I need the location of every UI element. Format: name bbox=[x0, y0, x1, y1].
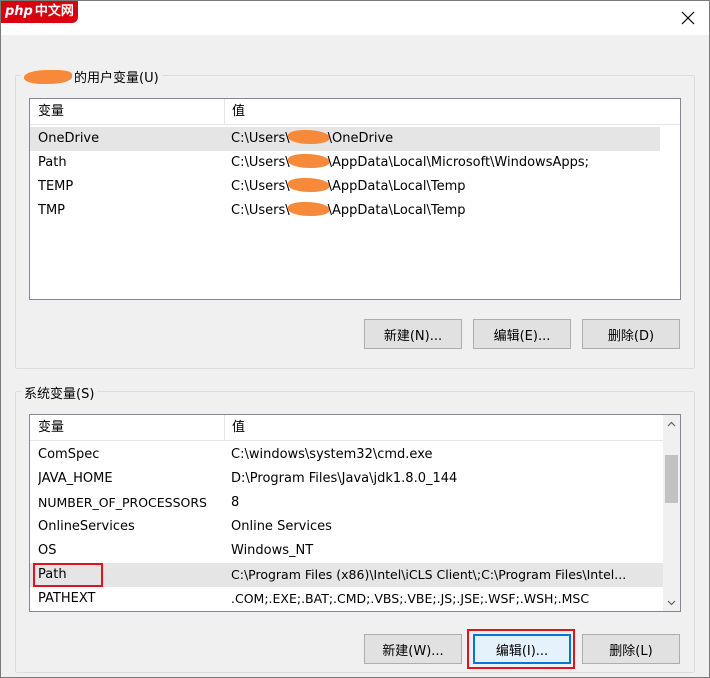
redacted-username bbox=[287, 178, 330, 192]
column-header-name[interactable]: 变量 bbox=[30, 99, 224, 125]
redacted-username bbox=[287, 130, 330, 144]
user-delete-button[interactable]: 删除(D) bbox=[582, 319, 680, 349]
logo-php-text: php bbox=[5, 4, 33, 19]
table-row[interactable]: ComSpec C:\windows\system32\cmd.exe bbox=[30, 443, 663, 467]
site-logo: php 中文网 bbox=[1, 1, 78, 23]
table-row[interactable]: Path C:\Users\ \AppData\Local\Microsoft\W… bbox=[30, 151, 660, 175]
user-variables-label: 的用户变量(U) bbox=[21, 67, 162, 86]
table-row[interactable]: OS Windows_NT bbox=[30, 539, 663, 563]
table-row[interactable]: JAVA_HOME D:\Program Files\Java\jdk1.8.0… bbox=[30, 467, 663, 491]
table-row[interactable]: PATHEXT .COM;.EXE;.BAT;.CMD;.VBS;.VBE;.J… bbox=[30, 587, 663, 611]
vertical-scrollbar[interactable] bbox=[663, 415, 680, 611]
table-row[interactable]: TEMP C:\Users\ \AppData\Local\Temp bbox=[30, 175, 660, 199]
table-row[interactable]: OneDrive C:\Users\ \OneDrive bbox=[30, 127, 660, 151]
redacted-username bbox=[287, 154, 330, 168]
table-row[interactable]: NUMBER_OF_PROCESSORS 8 bbox=[30, 491, 663, 515]
table-row[interactable]: TMP C:\Users\ \AppData\Local\Temp bbox=[30, 199, 660, 223]
table-row[interactable]: OnlineServices Online Services bbox=[30, 515, 663, 539]
user-list-header: 变量 值 bbox=[30, 99, 680, 125]
redacted-username bbox=[24, 70, 72, 84]
user-new-button[interactable]: 新建(N)... bbox=[364, 319, 462, 349]
system-list-header: 变量 值 bbox=[30, 415, 663, 441]
column-header-value[interactable]: 值 bbox=[224, 415, 665, 441]
scroll-thumb[interactable] bbox=[665, 455, 678, 503]
column-header-value[interactable]: 值 bbox=[224, 99, 680, 125]
close-button[interactable] bbox=[675, 5, 701, 31]
scroll-up-arrow[interactable] bbox=[663, 415, 680, 432]
system-new-button[interactable]: 新建(W)... bbox=[364, 634, 462, 664]
redacted-username bbox=[287, 202, 330, 216]
environment-variables-dialog: 环境变量 php中文网 的用户变量(U) 变量 值 OneDrive C:\Us… bbox=[0, 0, 710, 678]
system-variables-list[interactable]: 变量 值 ComSpec C:\windows\system32\cmd.exe… bbox=[29, 414, 681, 612]
system-edit-button[interactable]: 编辑(I)... bbox=[473, 634, 571, 664]
scroll-down-arrow[interactable] bbox=[663, 594, 680, 611]
close-icon bbox=[681, 11, 695, 25]
table-row-path-selected[interactable]: Path C:\Program Files (x86)\Intel\iCLS C… bbox=[30, 563, 663, 587]
chevron-up-icon bbox=[667, 421, 676, 426]
system-delete-button[interactable]: 删除(L) bbox=[582, 634, 680, 664]
logo-site-text: 中文网 bbox=[34, 4, 74, 19]
user-variables-list[interactable]: 变量 值 OneDrive C:\Users\ \OneDrive Path C:… bbox=[29, 98, 681, 300]
system-variables-label: 系统变量(S) bbox=[21, 383, 98, 402]
title-bar: 环境变量 php中文网 bbox=[1, 1, 709, 35]
column-header-name[interactable]: 变量 bbox=[30, 415, 224, 441]
chevron-down-icon bbox=[667, 600, 676, 605]
user-edit-button[interactable]: 编辑(E)... bbox=[473, 319, 571, 349]
